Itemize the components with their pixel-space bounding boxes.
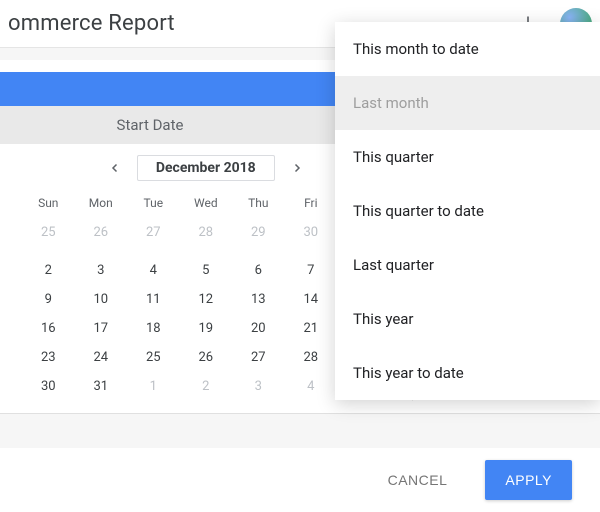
calendar-day[interactable]: 17 [75,314,128,343]
calendar-day[interactable]: 3 [75,256,128,285]
calendar-day[interactable]: 27 [232,343,285,372]
calendar-day[interactable]: 5 [180,256,233,285]
calendar-day[interactable]: 26 [180,343,233,372]
calendar-day[interactable]: 2 [180,372,233,401]
calendar-day[interactable]: 30 [285,218,338,256]
calendar-day[interactable]: 26 [75,218,128,256]
start-date-label: Start Date [0,106,300,144]
date-range-option[interactable]: Last month [335,76,600,130]
dow-label: Thu [232,192,285,218]
calendar-day[interactable]: 20 [232,314,285,343]
calendar-day[interactable]: 1 [127,372,180,401]
dow-label: Fri [285,192,338,218]
date-range-menu[interactable]: This month to dateLast monthThis quarter… [335,22,600,400]
chevron-left-icon [109,162,121,174]
calendar-day[interactable]: 25 [22,218,75,256]
footer-actions: Cancel Apply [0,448,600,512]
calendar-day[interactable]: 11 [127,285,180,314]
calendar-day[interactable]: 23 [22,343,75,372]
calendar-day[interactable]: 24 [75,343,128,372]
calendar-day[interactable]: 27 [127,218,180,256]
calendar-day[interactable]: 6 [232,256,285,285]
calendar-day[interactable]: 7 [285,256,338,285]
dow-label: Wed [180,192,233,218]
dow-label: Sun [22,192,75,218]
calendar-day[interactable]: 21 [285,314,338,343]
calendar-day[interactable]: 4 [127,256,180,285]
calendar-day[interactable]: 4 [285,372,338,401]
dow-label: Tue [127,192,180,218]
date-range-option[interactable]: This month to date [335,22,600,76]
next-month-button[interactable] [283,154,311,182]
date-range-option[interactable]: This quarter [335,130,600,184]
calendar-day[interactable]: 13 [232,285,285,314]
date-range-option[interactable]: Last quarter [335,238,600,292]
calendar-day[interactable]: 19 [180,314,233,343]
calendar-day[interactable]: 18 [127,314,180,343]
cancel-button[interactable]: Cancel [368,460,468,500]
apply-button[interactable]: Apply [485,460,572,500]
calendar-day[interactable]: 28 [180,218,233,256]
calendar-day[interactable]: 30 [22,372,75,401]
calendar-day[interactable]: 9 [22,285,75,314]
calendar-day[interactable]: 28 [285,343,338,372]
chevron-right-icon [291,162,303,174]
calendar-day[interactable]: 29 [232,218,285,256]
date-range-option[interactable]: This year to date [335,346,600,400]
date-range-option[interactable]: This quarter to date [335,184,600,238]
calendar-day[interactable]: 3 [232,372,285,401]
calendar-day[interactable]: 2 [22,256,75,285]
dow-label: Mon [75,192,128,218]
calendar-day[interactable]: 14 [285,285,338,314]
calendar-day[interactable]: 16 [22,314,75,343]
date-range-option[interactable]: This year [335,292,600,346]
calendar-day[interactable]: 12 [180,285,233,314]
start-month-label[interactable]: December 2018 [137,155,275,181]
calendar-day[interactable]: 31 [75,372,128,401]
prev-month-button[interactable] [101,154,129,182]
calendar-day[interactable]: 10 [75,285,128,314]
calendar-day[interactable]: 25 [127,343,180,372]
